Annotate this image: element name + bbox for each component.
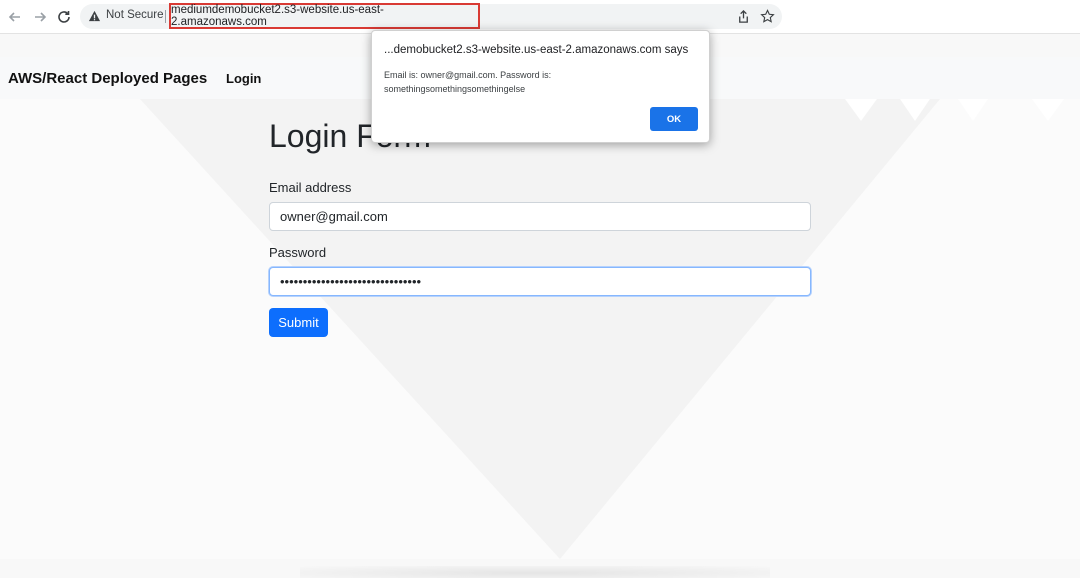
submit-button[interactable]: Submit: [269, 308, 328, 337]
ok-button[interactable]: OK: [650, 107, 698, 131]
brand-title[interactable]: AWS/React Deployed Pages: [8, 70, 207, 87]
address-bar[interactable]: Not Secure mediumdemobucket2.s3-website.…: [80, 3, 782, 29]
share-icon[interactable]: [736, 9, 751, 24]
back-icon[interactable]: [5, 7, 25, 27]
star-icon[interactable]: [760, 9, 775, 24]
warning-icon: [88, 10, 101, 22]
email-label: Email address: [269, 180, 352, 195]
alert-dialog: ...demobucket2.s3-website.us-east-2.amaz…: [371, 30, 710, 143]
security-label[interactable]: Not Secure: [106, 9, 164, 21]
forward-icon[interactable]: [30, 7, 50, 27]
email-field[interactable]: [269, 202, 811, 231]
nav-link-login[interactable]: Login: [226, 71, 261, 86]
dialog-message: Email is: owner@gmail.com. Password is: …: [384, 70, 552, 94]
browser-toolbar: Not Secure mediumdemobucket2.s3-website.…: [0, 0, 1080, 34]
password-label: Password: [269, 245, 327, 260]
background-pattern: [0, 99, 1080, 559]
separator: [165, 10, 166, 23]
url-text[interactable]: mediumdemobucket2.s3-website.us-east-2.a…: [169, 3, 480, 29]
dialog-title: ...demobucket2.s3-website.us-east-2.amaz…: [384, 44, 689, 56]
reload-icon[interactable]: [54, 7, 74, 27]
bottom-shadow: [300, 566, 770, 578]
password-field[interactable]: [269, 267, 811, 296]
